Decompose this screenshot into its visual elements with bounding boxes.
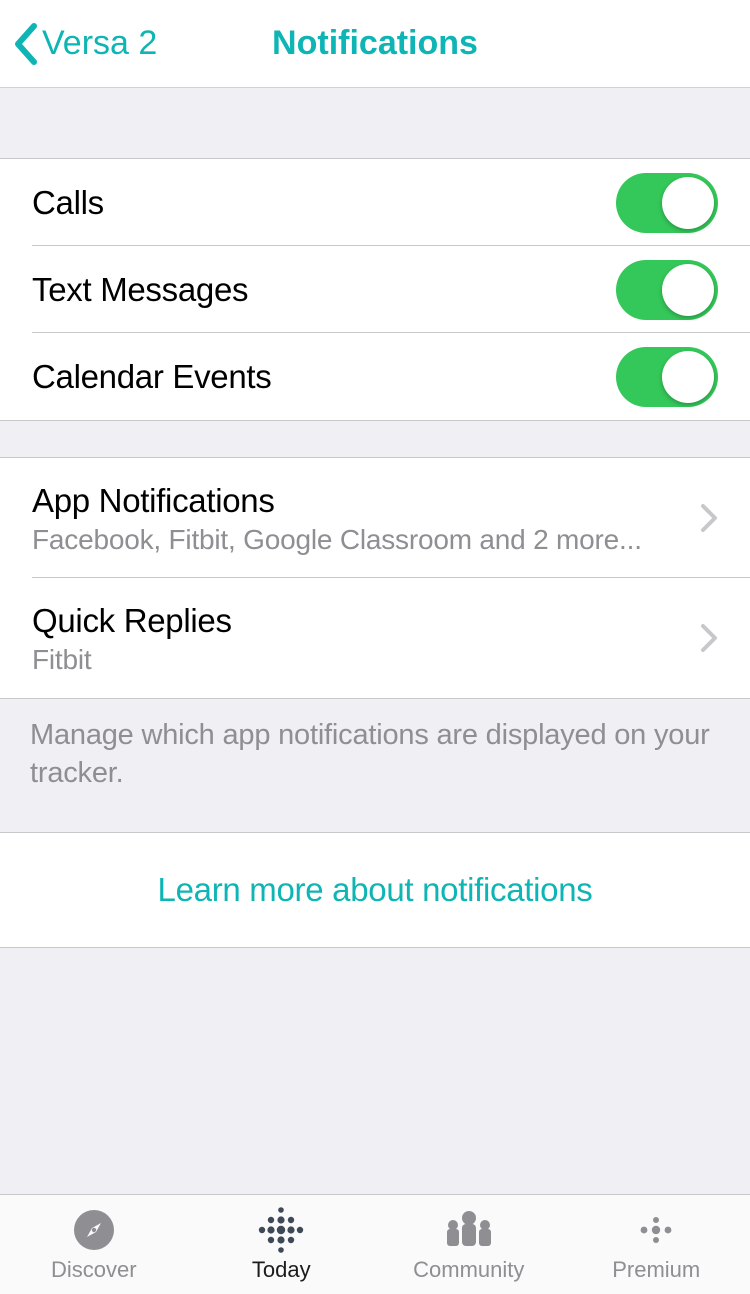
app-notifications-title: App Notifications (32, 480, 680, 523)
page-title: Notifications (272, 24, 478, 63)
app-notifications-subtitle: Facebook, Fitbit, Google Classroom and 2… (32, 524, 680, 556)
back-label: Versa 2 (42, 24, 157, 63)
tab-today-label: Today (252, 1257, 311, 1283)
chevron-left-icon (12, 22, 38, 66)
row-calls: Calls (0, 159, 750, 246)
row-text-messages: Text Messages (0, 246, 750, 333)
quick-replies-subtitle: Fitbit (32, 644, 680, 676)
nav-section: App Notifications Facebook, Fitbit, Goog… (0, 457, 750, 699)
back-button[interactable]: Versa 2 (0, 22, 157, 66)
tab-premium[interactable]: Premium (563, 1195, 750, 1294)
premium-icon (631, 1207, 681, 1253)
calendar-label: Calendar Events (32, 358, 271, 396)
tab-discover[interactable]: Discover (0, 1195, 188, 1294)
quick-replies-title: Quick Replies (32, 600, 680, 643)
compass-icon (72, 1207, 116, 1253)
tab-premium-label: Premium (612, 1257, 700, 1283)
community-icon (441, 1207, 497, 1253)
tab-discover-label: Discover (51, 1257, 137, 1283)
toggle-section: Calls Text Messages Calendar Events (0, 158, 750, 421)
tab-today[interactable]: Today (188, 1195, 376, 1294)
tab-community-label: Community (413, 1257, 524, 1283)
tab-community[interactable]: Community (375, 1195, 563, 1294)
row-calendar-events: Calendar Events (0, 333, 750, 420)
tab-bar: Discover Today (0, 1194, 750, 1294)
chevron-right-icon (700, 623, 718, 653)
row-app-notifications[interactable]: App Notifications Facebook, Fitbit, Goog… (0, 458, 750, 578)
calendar-toggle[interactable] (616, 347, 718, 407)
chevron-right-icon (700, 503, 718, 533)
fitbit-logo-icon (256, 1207, 306, 1253)
header: Versa 2 Notifications (0, 0, 750, 88)
row-quick-replies[interactable]: Quick Replies Fitbit (0, 578, 750, 698)
calls-label: Calls (32, 184, 104, 222)
learn-more-link[interactable]: Learn more about notifications (158, 871, 593, 909)
texts-toggle[interactable] (616, 260, 718, 320)
calls-toggle[interactable] (616, 173, 718, 233)
texts-label: Text Messages (32, 271, 248, 309)
link-section: Learn more about notifications (0, 832, 750, 948)
section-footer: Manage which app notifications are displ… (0, 699, 750, 832)
